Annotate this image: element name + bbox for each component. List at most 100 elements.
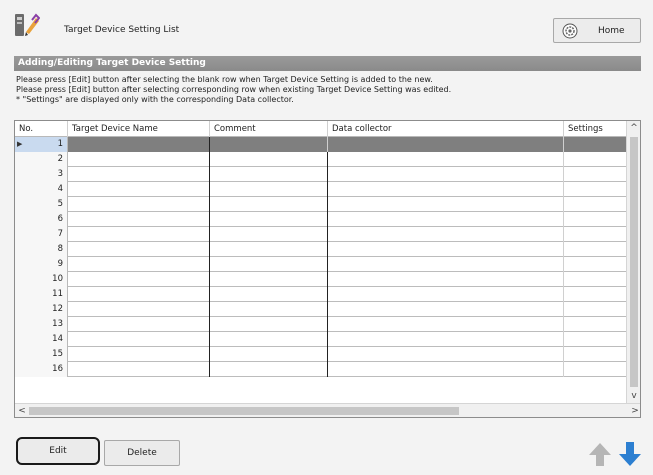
- table-row[interactable]: 13: [15, 317, 627, 332]
- column-header-settings[interactable]: Settings: [564, 121, 627, 137]
- cell-data-collector[interactable]: [328, 167, 564, 182]
- cell-comment[interactable]: [210, 287, 328, 302]
- cell-settings[interactable]: [564, 197, 627, 212]
- scroll-down-icon[interactable]: v: [627, 389, 640, 403]
- cell-settings[interactable]: [564, 347, 627, 362]
- cell-settings[interactable]: [564, 212, 627, 227]
- cell-data-collector[interactable]: [328, 347, 564, 362]
- table-row[interactable]: 6: [15, 212, 627, 227]
- cell-data-collector[interactable]: [328, 332, 564, 347]
- cell-target-device-name[interactable]: [68, 272, 210, 287]
- cell-target-device-name[interactable]: [68, 182, 210, 197]
- home-button[interactable]: Home: [553, 18, 641, 43]
- cell-comment[interactable]: [210, 317, 328, 332]
- cell-target-device-name[interactable]: [68, 137, 210, 152]
- horizontal-scrollbar[interactable]: < >: [15, 403, 640, 417]
- cell-settings[interactable]: [564, 302, 627, 317]
- cell-data-collector[interactable]: [328, 257, 564, 272]
- cell-data-collector[interactable]: [328, 137, 564, 152]
- cell-data-collector[interactable]: [328, 362, 564, 377]
- cell-data-collector[interactable]: [328, 317, 564, 332]
- cell-settings[interactable]: [564, 242, 627, 257]
- table-row[interactable]: ▶ 1: [15, 137, 627, 152]
- cell-settings[interactable]: [564, 182, 627, 197]
- cell-target-device-name[interactable]: [68, 167, 210, 182]
- table-row[interactable]: 4: [15, 182, 627, 197]
- cell-data-collector[interactable]: [328, 287, 564, 302]
- cell-settings[interactable]: [564, 332, 627, 347]
- cell-comment[interactable]: [210, 242, 328, 257]
- cell-target-device-name[interactable]: [68, 257, 210, 272]
- cell-comment[interactable]: [210, 362, 328, 377]
- cell-settings[interactable]: [564, 362, 627, 377]
- column-header-data-collector[interactable]: Data collector: [328, 121, 564, 137]
- delete-button[interactable]: Delete: [104, 440, 180, 466]
- table-row[interactable]: 16: [15, 362, 627, 377]
- cell-comment[interactable]: [210, 167, 328, 182]
- cell-data-collector[interactable]: [328, 212, 564, 227]
- scroll-left-icon[interactable]: <: [15, 404, 29, 417]
- cell-target-device-name[interactable]: [68, 302, 210, 317]
- cell-settings[interactable]: [564, 167, 627, 182]
- cell-settings[interactable]: [564, 287, 627, 302]
- cell-target-device-name[interactable]: [68, 287, 210, 302]
- cell-comment[interactable]: [210, 212, 328, 227]
- cell-target-device-name[interactable]: [68, 317, 210, 332]
- cell-comment[interactable]: [210, 182, 328, 197]
- table-row[interactable]: 8: [15, 242, 627, 257]
- horizontal-scroll-thumb[interactable]: [29, 407, 459, 415]
- cell-comment[interactable]: [210, 152, 328, 167]
- cell-data-collector[interactable]: [328, 182, 564, 197]
- cell-target-device-name[interactable]: [68, 197, 210, 212]
- scroll-up-icon[interactable]: ^: [627, 121, 640, 135]
- cell-data-collector[interactable]: [328, 227, 564, 242]
- cell-settings[interactable]: [564, 257, 627, 272]
- column-header-comment[interactable]: Comment: [210, 121, 328, 137]
- cell-settings[interactable]: [564, 227, 627, 242]
- table-row[interactable]: 12: [15, 302, 627, 317]
- cell-target-device-name[interactable]: [68, 347, 210, 362]
- cell-comment[interactable]: [210, 227, 328, 242]
- vertical-scrollbar[interactable]: ^ v: [626, 121, 640, 403]
- cell-settings[interactable]: [564, 137, 627, 152]
- cell-comment[interactable]: [210, 137, 328, 152]
- cell-target-device-name[interactable]: [68, 212, 210, 227]
- cell-target-device-name[interactable]: [68, 242, 210, 257]
- cell-settings[interactable]: [564, 272, 627, 287]
- cell-settings[interactable]: [564, 317, 627, 332]
- scroll-right-icon[interactable]: >: [628, 404, 640, 417]
- cell-comment[interactable]: [210, 347, 328, 362]
- cell-comment[interactable]: [210, 332, 328, 347]
- table-row[interactable]: 15: [15, 347, 627, 362]
- row-number: 10: [15, 272, 68, 287]
- target-device-grid[interactable]: No. Target Device Name Comment Data coll…: [14, 120, 641, 418]
- vertical-scroll-thumb[interactable]: [630, 137, 638, 387]
- cell-data-collector[interactable]: [328, 152, 564, 167]
- cell-target-device-name[interactable]: [68, 152, 210, 167]
- cell-target-device-name[interactable]: [68, 227, 210, 242]
- cell-settings[interactable]: [564, 152, 627, 167]
- arrow-up-icon[interactable]: [587, 440, 613, 468]
- edit-button[interactable]: Edit: [16, 437, 100, 465]
- cell-comment[interactable]: [210, 272, 328, 287]
- cell-comment[interactable]: [210, 197, 328, 212]
- cell-data-collector[interactable]: [328, 302, 564, 317]
- cell-data-collector[interactable]: [328, 272, 564, 287]
- cell-target-device-name[interactable]: [68, 362, 210, 377]
- cell-target-device-name[interactable]: [68, 332, 210, 347]
- table-row[interactable]: 2: [15, 152, 627, 167]
- cell-comment[interactable]: [210, 302, 328, 317]
- table-row[interactable]: 9: [15, 257, 627, 272]
- cell-data-collector[interactable]: [328, 197, 564, 212]
- column-header-target-device-name[interactable]: Target Device Name: [68, 121, 210, 137]
- column-header-no[interactable]: No.: [15, 121, 68, 137]
- table-row[interactable]: 11: [15, 287, 627, 302]
- cell-comment[interactable]: [210, 257, 328, 272]
- table-row[interactable]: 7: [15, 227, 627, 242]
- table-row[interactable]: 10: [15, 272, 627, 287]
- table-row[interactable]: 3: [15, 167, 627, 182]
- cell-data-collector[interactable]: [328, 242, 564, 257]
- arrow-down-icon[interactable]: [617, 440, 643, 468]
- table-row[interactable]: 14: [15, 332, 627, 347]
- table-row[interactable]: 5: [15, 197, 627, 212]
